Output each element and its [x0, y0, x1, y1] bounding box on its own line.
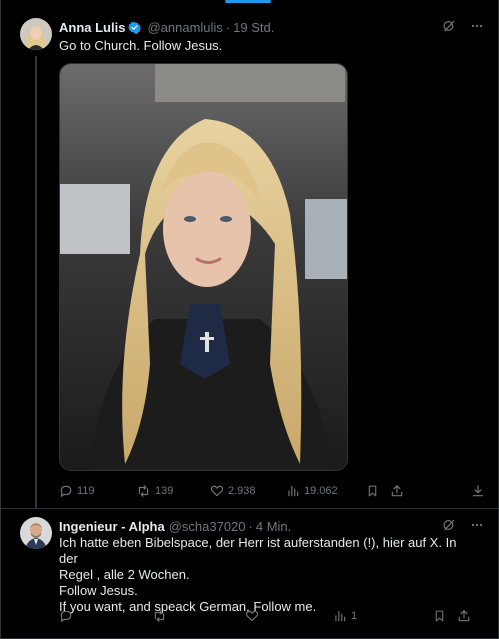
active-tab-indicator [225, 0, 271, 3]
repost-count: 139 [155, 485, 174, 497]
post-actions: 119 139 2.938 19.062 [59, 484, 485, 498]
repost-button[interactable]: 139 [136, 484, 210, 498]
share-icon [391, 485, 403, 497]
reply-text: Ich hatte eben Bibelspace, der Herr ist … [59, 535, 469, 615]
thread-line [35, 56, 37, 508]
post-header: Anna Lulis @annamlulis · 19 Std. [59, 18, 449, 36]
author-name[interactable]: Anna Lulis [59, 20, 125, 35]
bookmark-button[interactable] [366, 484, 390, 498]
share-icon [458, 610, 470, 622]
views-icon [335, 610, 346, 622]
reply-text-line: Ich hatte eben Bibelspace, der Herr ist … [59, 535, 457, 566]
heart-icon [210, 485, 224, 497]
author-handle[interactable]: @annamlulis [147, 20, 222, 35]
post-text: Go to Church. Follow Jesus. [59, 38, 223, 53]
separator-dot: · [248, 518, 253, 534]
repost-icon [154, 610, 165, 622]
bookmark-icon [368, 485, 377, 497]
more-options-icon[interactable] [469, 517, 485, 533]
views-button[interactable]: 19.062 [286, 484, 366, 498]
separator-dot: · [225, 19, 231, 35]
reply-button[interactable] [59, 609, 152, 623]
verified-badge-icon [128, 21, 142, 34]
more-options-icon[interactable] [469, 18, 485, 34]
grok-icon[interactable] [441, 517, 457, 533]
like-button[interactable]: 2.938 [210, 484, 286, 498]
avatar[interactable] [20, 18, 52, 50]
share-button[interactable] [390, 484, 414, 498]
reply-text-line: Regel , alle 2 Wochen. [59, 567, 190, 582]
views-button[interactable]: 1 [333, 609, 433, 623]
bookmark-icon [435, 610, 444, 622]
repost-button[interactable] [152, 609, 245, 623]
avatar[interactable] [20, 517, 52, 549]
reply-text-line: Follow Jesus. [59, 583, 138, 598]
share-button[interactable] [457, 609, 481, 623]
bookmark-button[interactable] [433, 609, 457, 623]
reply-header: Ingenieur - Alpha @scha37020 · 4 Min. [59, 517, 449, 535]
repost-icon [138, 485, 149, 497]
post-image[interactable] [59, 63, 348, 471]
reply-post[interactable]: Ingenieur - Alpha @scha37020 · 4 Min. Ic… [0, 508, 499, 639]
heart-icon [245, 610, 259, 622]
views-count: 19.062 [304, 485, 338, 497]
author-name[interactable]: Ingenieur - Alpha [59, 519, 165, 534]
post-time[interactable]: 19 Std. [233, 20, 274, 35]
download-icon [472, 485, 484, 497]
download-button[interactable] [471, 484, 485, 498]
reply-icon [60, 610, 72, 622]
reply-actions: 1 [59, 609, 485, 623]
grok-icon[interactable] [441, 18, 457, 34]
reply-time[interactable]: 4 Min. [256, 519, 291, 534]
reply-icon [60, 485, 72, 497]
author-handle[interactable]: @scha37020 [169, 519, 246, 534]
reply-count: 119 [77, 485, 95, 497]
like-button[interactable] [245, 609, 333, 623]
views-count: 1 [351, 610, 358, 622]
reply-button[interactable]: 119 [59, 484, 136, 498]
like-count: 2.938 [228, 485, 256, 497]
views-icon [288, 485, 299, 497]
post[interactable]: Anna Lulis @annamlulis · 19 Std. Go to C… [0, 10, 499, 508]
